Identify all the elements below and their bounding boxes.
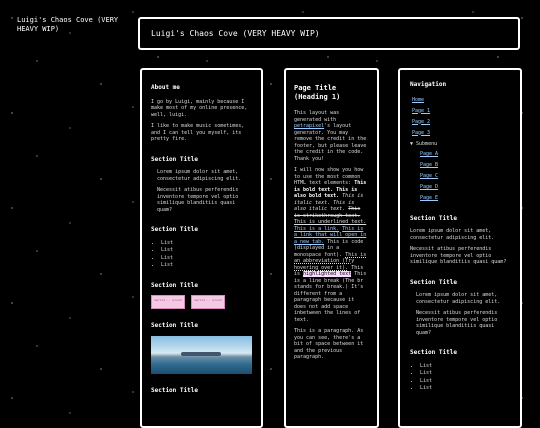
list-item: List	[420, 385, 510, 392]
underlined-text: This is underlined text.	[294, 219, 367, 225]
section-title: Section Title	[410, 278, 457, 286]
main-content: Page Title (Heading 1) This layout was g…	[284, 68, 379, 428]
section-title: Section Title	[410, 214, 457, 222]
list-item: List	[161, 255, 252, 262]
nav-item: Page 2	[410, 119, 510, 126]
blockquote: Lorem ipsum dolor sit amet, consectetur …	[416, 292, 510, 336]
about-text-2: I like to make music sometimes, and I ca…	[151, 123, 245, 142]
right-sidebar: Navigation Home Page 1 Page 2 Page 3 ▼ S…	[398, 68, 522, 428]
nav-link-home[interactable]: Home	[412, 97, 424, 104]
nav-link-page-e[interactable]: Page E	[420, 195, 438, 202]
submenu-item: Page B	[418, 162, 510, 169]
list: List List List List	[410, 363, 510, 392]
text: I will now show you how to use the most …	[294, 167, 364, 186]
about-text-1: I go by Luigi, mainly because I make mos…	[151, 98, 248, 118]
elements-paragraph: I will now show you how to use the most …	[294, 167, 369, 323]
text: This layout was generated with	[294, 110, 340, 123]
page-title: Page Title (Heading 1)	[294, 84, 369, 102]
text: 's layout generator. You may remove the …	[294, 123, 367, 162]
submenu-item: Page D	[418, 184, 510, 191]
nav-item: Page 3	[410, 130, 510, 137]
nav-list: Home Page 1 Page 2 Page 3 ▼ Submenu Page…	[410, 97, 510, 202]
site-title: Luigi's Chaos Cove (VERY HEAVY WIP)	[17, 16, 119, 33]
header-title: Luigi's Chaos Cove (VERY HEAVY WIP)	[151, 29, 320, 38]
nav-link-page-d[interactable]: Page D	[420, 184, 438, 191]
quote-line: Necessit atibus perferendis inventore te…	[416, 310, 498, 336]
text: This is a line break (The br stands for …	[294, 271, 367, 323]
submenu-toggle-icon[interactable]: ▼	[410, 141, 413, 147]
left-sidebar: About me I go by Luigi, mainly because I…	[140, 68, 263, 428]
quote-line: Lorem ipsum dolor sit amet, consectetur …	[157, 169, 242, 182]
submenu-label[interactable]: Submenu	[416, 141, 437, 147]
badge-image[interactable]: marilo... proud	[191, 295, 225, 309]
header-banner: Luigi's Chaos Cove (VERY HEAVY WIP)	[138, 17, 520, 50]
nav-item: Home	[410, 97, 510, 104]
submenu[interactable]: ▼ Submenu Page A Page B Page C Page D Pa…	[410, 141, 510, 202]
submenu-item: Page C	[418, 173, 510, 180]
nav-link-page-2[interactable]: Page 2	[412, 119, 430, 126]
quote-line: Lorem ipsum dolor sit amet, consectetur …	[416, 292, 501, 305]
nav-link-page-c[interactable]: Page C	[420, 173, 438, 180]
section-title: Section Title	[151, 281, 198, 289]
section-title: Section Title	[151, 155, 198, 163]
nav-item: Page 1	[410, 108, 510, 115]
heading-text: (Heading 1)	[294, 93, 341, 101]
submenu-item: Page E	[418, 195, 510, 202]
list-item: List	[161, 262, 252, 269]
list: List List List List	[151, 240, 252, 269]
list-item: List	[161, 240, 252, 247]
nav-link-page-b[interactable]: Page B	[420, 162, 438, 169]
nav-title: Navigation	[410, 81, 447, 88]
highlighted-text: highlighted text	[303, 271, 352, 277]
nav-link-page-1[interactable]: Page 1	[412, 108, 430, 115]
about-title: About me	[151, 84, 180, 91]
landscape-image	[151, 335, 252, 374]
nav-link-page-3[interactable]: Page 3	[412, 130, 430, 137]
section-title: Section Title	[151, 322, 198, 329]
paragraph: This is a paragraph. As you can see, the…	[294, 328, 364, 360]
badge-row: marilo... proud marilo... proud	[151, 295, 252, 309]
list-item: List	[420, 370, 510, 377]
list-item: List	[420, 363, 510, 370]
badge-image[interactable]: marilo... proud	[151, 295, 185, 309]
petrapixel-link[interactable]: petrapixel	[294, 123, 324, 129]
section-title: Section Title	[151, 226, 198, 233]
section-title: Section Title	[410, 349, 457, 356]
example-link[interactable]: This is a link.	[294, 226, 339, 232]
intro-paragraph: This layout was generated with petrapixe…	[294, 110, 369, 162]
submenu-item: Page A	[418, 151, 510, 158]
nav-link-page-a[interactable]: Page A	[420, 151, 438, 158]
list-item: List	[161, 247, 252, 254]
paragraph: Lorem ipsum dolor sit amet, consectetur …	[410, 228, 495, 241]
list-item: List	[420, 378, 510, 385]
blockquote: Lorem ipsum dolor sit amet, consectetur …	[157, 169, 252, 213]
quote-line: Necessit atibus perferendis inventore te…	[157, 187, 239, 213]
page-title-text: Page Title	[294, 84, 337, 92]
submenu-list: Page A Page B Page C Page D Page E	[410, 151, 510, 202]
paragraph: Necessit atibus perferendis inventore te…	[410, 246, 507, 265]
section-title: Section Title	[151, 386, 198, 394]
